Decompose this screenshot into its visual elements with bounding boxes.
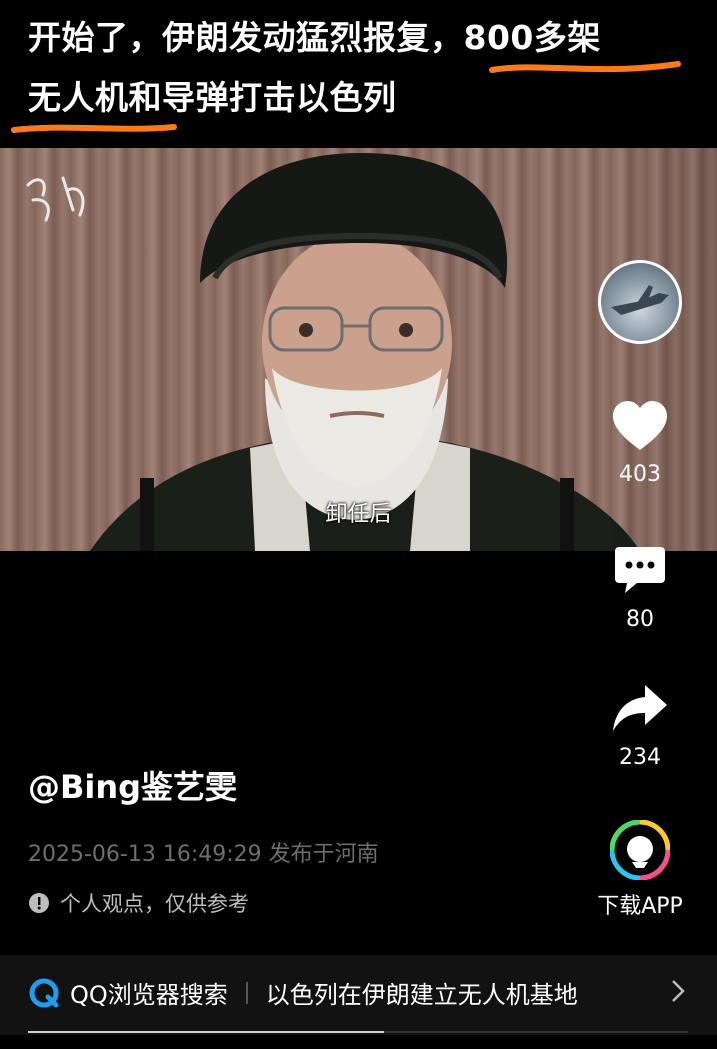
author-username[interactable]: @Bing鉴艺雯 <box>28 762 237 808</box>
search-suggestion-bar[interactable]: QQ浏览器搜索 以色列在伊朗建立无人机基地 <box>0 955 717 1035</box>
qq-browser-icon <box>29 978 59 1007</box>
share-button[interactable]: 234 <box>590 683 690 770</box>
share-count: 234 <box>619 745 661 770</box>
headline-highlight: 800多架 <box>463 18 601 57</box>
download-app-label: 下载APP <box>597 894 683 919</box>
comment-count: 80 <box>626 607 654 632</box>
post-meta: 2025-06-13 16:49:29 发布于河南 <box>28 842 379 867</box>
highlight-underline <box>11 124 177 133</box>
video-overlay <box>597 148 717 551</box>
share-icon <box>613 685 667 731</box>
search-query[interactable]: 以色列在伊朗建立无人机基地 <box>266 975 578 1010</box>
search-divider <box>245 981 248 1004</box>
qq-browser-app-icon <box>609 819 671 881</box>
chevron-right-icon[interactable] <box>671 979 685 1003</box>
watermark-logo <box>26 176 85 222</box>
video-player[interactable]: 卸任后 <box>0 148 717 551</box>
highlight-underline <box>489 61 681 73</box>
like-button[interactable]: 403 <box>590 400 690 487</box>
download-app-button[interactable]: 下载APP <box>590 819 690 920</box>
author-avatar[interactable] <box>598 260 682 344</box>
heart-icon <box>613 401 667 450</box>
opinion-text: 个人观点，仅供参考 <box>60 892 249 916</box>
comment-icon <box>615 547 665 593</box>
search-brand-label: QQ浏览器搜索 <box>70 981 228 1009</box>
info-icon <box>29 893 49 913</box>
avatar-jet-icon <box>611 285 669 315</box>
comment-button[interactable]: 80 <box>590 545 690 632</box>
like-count: 403 <box>619 462 661 487</box>
opinion-notice: 个人观点，仅供参考 <box>28 888 249 918</box>
video-progress-fill <box>28 1031 385 1033</box>
video-progress-bar[interactable] <box>28 1031 688 1033</box>
headline-text: 开始了，伊朗发动猛烈报复， <box>28 18 464 57</box>
